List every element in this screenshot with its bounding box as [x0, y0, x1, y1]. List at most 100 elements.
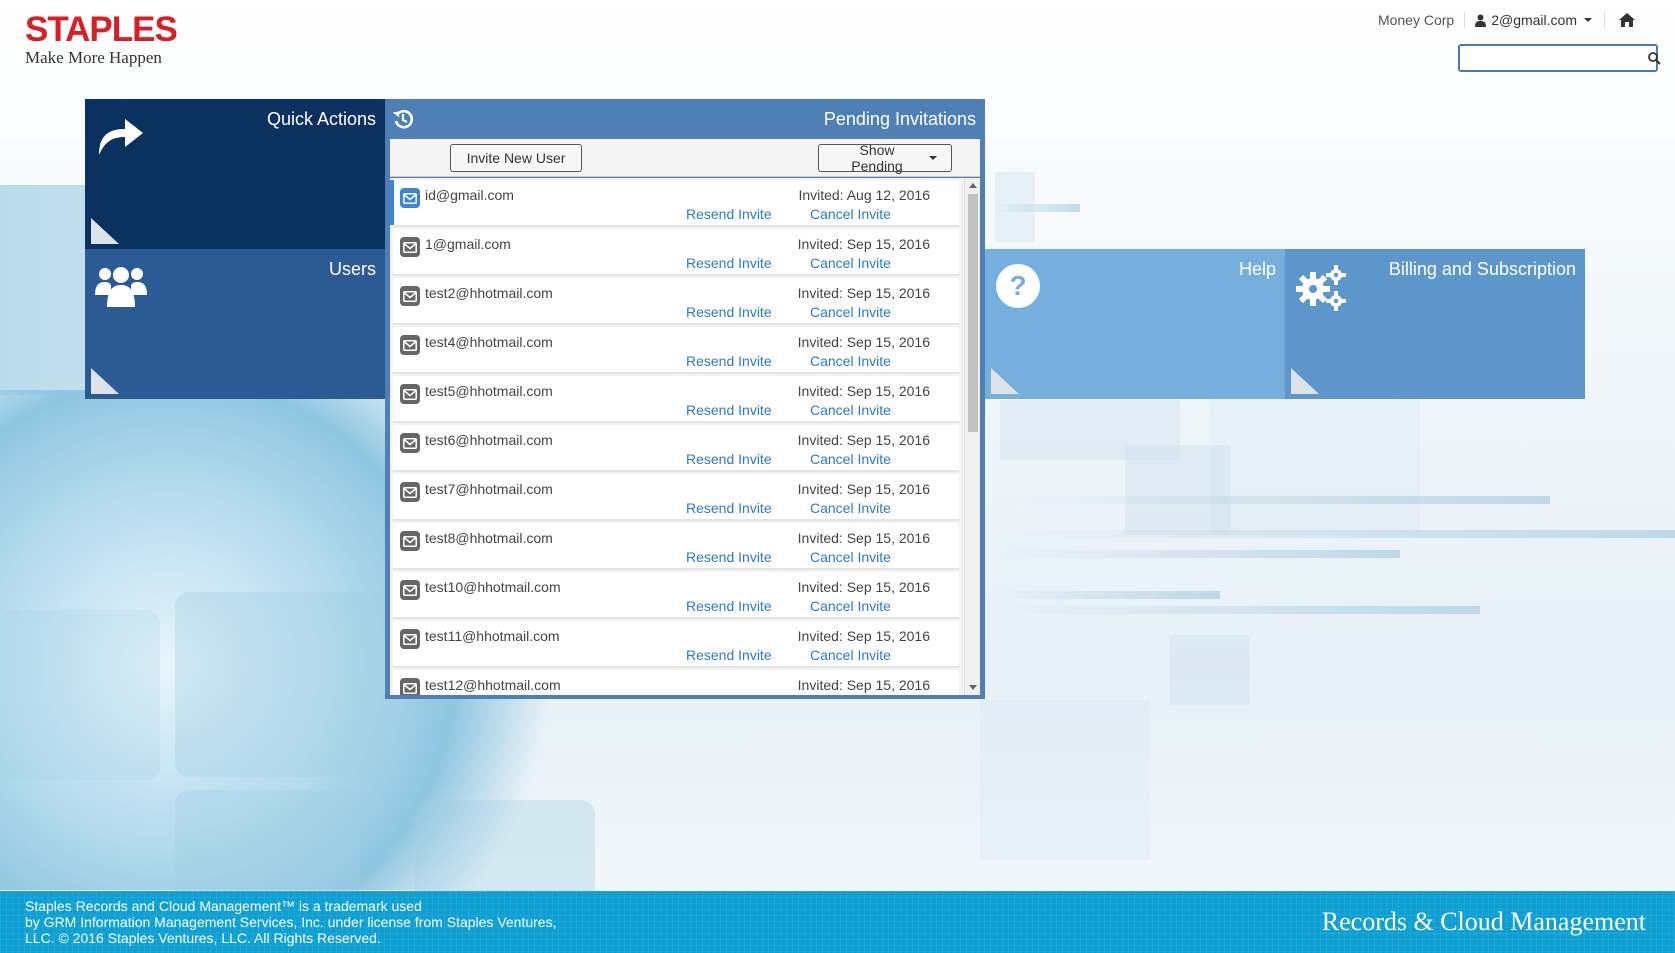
scroll-thumb[interactable] [968, 194, 978, 432]
envelope-icon [400, 678, 420, 695]
cancel-invite-link[interactable]: Cancel Invite [810, 500, 891, 516]
invited-date: Invited: Sep 15, 2016 [797, 530, 930, 546]
help-tile[interactable]: ? Help [985, 249, 1285, 399]
cancel-invite-link[interactable]: Cancel Invite [810, 598, 891, 614]
footer-product-name: Records & Cloud Management [1321, 907, 1646, 936]
show-pending-label: Show Pending [851, 142, 903, 174]
tile-corner-icon [91, 218, 119, 244]
gears-icon [1295, 263, 1347, 314]
invite-new-user-button[interactable]: Invite New User [450, 144, 582, 172]
envelope-icon [400, 335, 420, 355]
invitation-row[interactable]: id@gmail.com Invited: Aug 12, 2016 Resend … [390, 180, 959, 227]
resend-invite-link[interactable]: Resend Invite [686, 598, 772, 614]
share-arrow-icon [95, 113, 145, 160]
envelope-icon [400, 482, 420, 502]
resend-invite-link[interactable]: Resend Invite [686, 353, 772, 369]
home-button[interactable] [1605, 13, 1635, 27]
cancel-invite-link[interactable]: Cancel Invite [810, 451, 891, 467]
invited-date: Invited: Sep 15, 2016 [797, 628, 930, 644]
resend-invite-link[interactable]: Resend Invite [686, 304, 772, 320]
invitation-row[interactable]: test10@hhotmail.com Invited: Sep 15, 2016… [393, 572, 959, 619]
resend-invite-link[interactable]: Resend Invite [686, 206, 772, 222]
search-icon[interactable] [1648, 51, 1661, 65]
resend-invite-link[interactable]: Resend Invite [686, 451, 772, 467]
search-input[interactable] [1460, 46, 1648, 70]
show-pending-dropdown[interactable]: Show Pending [818, 142, 952, 174]
invitation-row[interactable]: test12@hhotmail.com Invited: Sep 15, 2016… [393, 670, 959, 695]
resend-invite-link[interactable]: Resend Invite [686, 255, 772, 271]
envelope-icon [400, 237, 420, 257]
cancel-invite-link[interactable]: Cancel Invite [810, 304, 891, 320]
envelope-icon [400, 188, 420, 208]
invitation-list-scrollbar[interactable] [964, 178, 980, 695]
billing-subscription-title: Billing and Subscription [1388, 259, 1576, 279]
invitation-row[interactable]: 1@gmail.com Invited: Sep 15, 2016 Resend I… [393, 229, 959, 276]
invitee-email: test12@hhotmail.com [425, 677, 561, 693]
invitee-email: test11@hhotmail.com [425, 628, 560, 644]
billing-subscription-tile[interactable]: Billing and Subscription [1285, 249, 1585, 399]
help-title: Help [1238, 259, 1276, 279]
svg-text:?: ? [1009, 270, 1026, 301]
question-circle-icon: ? [995, 263, 1041, 312]
invitee-email: id@gmail.com [425, 187, 514, 203]
panel-header: Pending Invitations [385, 99, 985, 139]
scroll-up-icon[interactable] [969, 183, 977, 188]
legal-line: LLC. © 2016 Staples Ventures, LLC. All R… [25, 930, 381, 946]
invitation-row[interactable]: test6@hhotmail.com Invited: Sep 15, 2016 R… [393, 425, 959, 472]
users-title: Users [328, 259, 376, 279]
search-box [1458, 44, 1661, 72]
scroll-down-icon[interactable] [969, 685, 977, 690]
cancel-invite-link[interactable]: Cancel Invite [810, 647, 891, 663]
user-email: 2@gmail.com [1491, 12, 1577, 28]
cancel-invite-link[interactable]: Cancel Invite [810, 255, 891, 271]
chevron-down-icon [929, 156, 937, 160]
invited-date: Invited: Sep 15, 2016 [797, 334, 930, 350]
invitation-row[interactable]: test5@hhotmail.com Invited: Sep 15, 2016 R… [393, 376, 959, 423]
invited-date: Invited: Sep 15, 2016 [797, 579, 930, 595]
users-group-icon [95, 263, 147, 312]
resend-invite-link[interactable]: Resend Invite [686, 647, 772, 663]
organization-name: Money Corp [1378, 12, 1466, 28]
invitation-row[interactable]: test8@hhotmail.com Invited: Sep 15, 2016 R… [393, 523, 959, 570]
invitee-email: test10@hhotmail.com [425, 579, 561, 595]
resend-invite-link[interactable]: Resend Invite [686, 549, 772, 565]
user-menu[interactable]: 2@gmail.com [1465, 12, 1605, 28]
invited-date: Invited: Sep 15, 2016 [797, 285, 930, 301]
legal-line: by GRM Information Management Services, … [25, 914, 557, 930]
invitation-row[interactable]: test7@hhotmail.com Invited: Sep 15, 2016 R… [393, 474, 959, 521]
chevron-down-icon [1584, 18, 1592, 22]
envelope-icon [400, 531, 420, 551]
invitation-row[interactable]: test2@hhotmail.com Invited: Sep 15, 2016 R… [393, 278, 959, 325]
invitee-email: 1@gmail.com [425, 236, 511, 252]
envelope-icon [400, 286, 420, 306]
invited-date: Invited: Sep 15, 2016 [797, 432, 930, 448]
users-tile[interactable]: Users [85, 249, 385, 399]
legal-line: Staples Records and Cloud Management™ is… [25, 898, 422, 914]
invitee-email: test4@hhotmail.com [425, 334, 553, 350]
tile-corner-icon [1291, 368, 1319, 394]
panel-title: Pending Invitations [823, 109, 976, 129]
cancel-invite-link[interactable]: Cancel Invite [810, 206, 891, 222]
invitation-row[interactable]: test11@hhotmail.com Invited: Sep 15, 2016… [393, 621, 959, 668]
cancel-invite-link[interactable]: Cancel Invite [810, 353, 891, 369]
cancel-invite-link[interactable]: Cancel Invite [810, 402, 891, 418]
resend-invite-link[interactable]: Resend Invite [686, 402, 772, 418]
home-icon [1619, 13, 1635, 27]
tile-corner-icon [91, 368, 119, 394]
cancel-invite-link[interactable]: Cancel Invite [810, 549, 891, 565]
footer: Staples Records and Cloud Management™ is… [0, 891, 1675, 953]
resend-invite-link[interactable]: Resend Invite [686, 500, 772, 516]
envelope-icon [400, 629, 420, 649]
staples-logo[interactable]: STAPLES Make More Happen [25, 10, 178, 68]
invited-date: Invited: Aug 12, 2016 [798, 187, 930, 203]
invited-date: Invited: Sep 15, 2016 [797, 383, 930, 399]
history-icon[interactable] [392, 109, 414, 132]
logo-tagline: Make More Happen [25, 48, 162, 67]
invitee-email: test7@hhotmail.com [425, 481, 553, 497]
invitation-rows: id@gmail.com Invited: Aug 12, 2016 Resend … [390, 178, 962, 695]
quick-actions-tile[interactable]: Quick Actions [85, 99, 385, 249]
invitation-row[interactable]: test4@hhotmail.com Invited: Sep 15, 2016 R… [393, 327, 959, 374]
tile-corner-icon [991, 368, 1019, 394]
invitee-email: test8@hhotmail.com [425, 530, 553, 546]
logo-wordmark: STAPLES [25, 10, 178, 49]
